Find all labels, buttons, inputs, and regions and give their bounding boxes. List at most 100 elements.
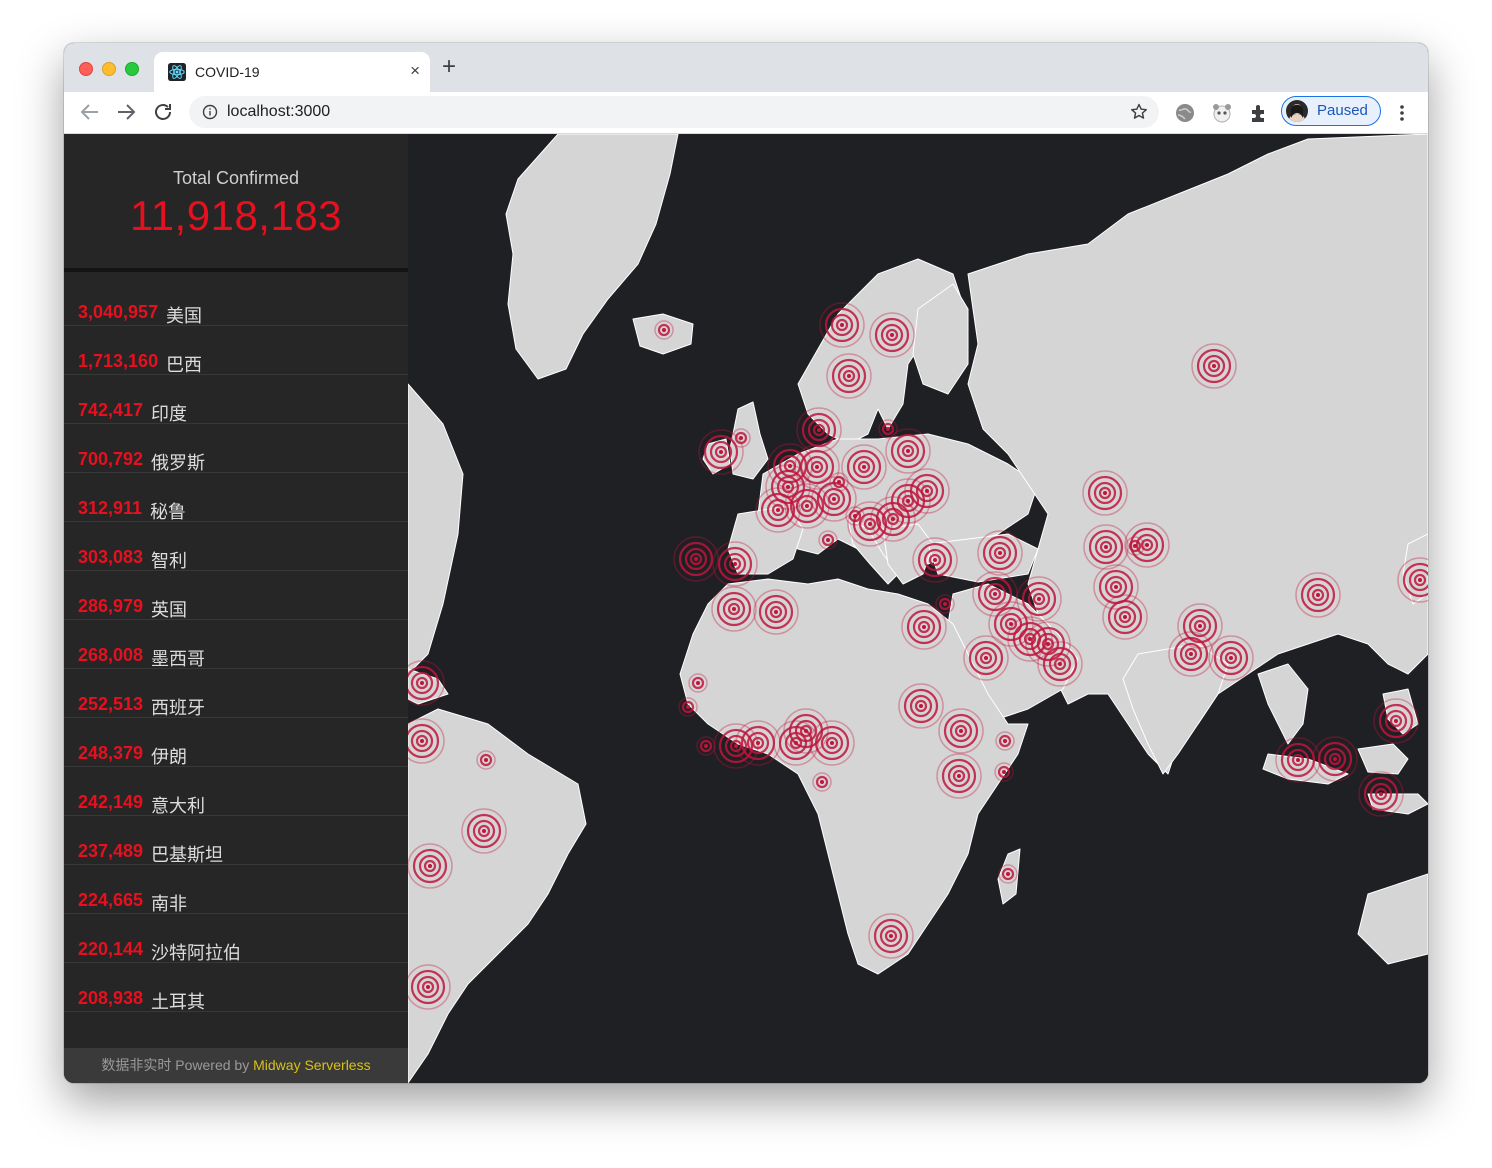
country-row[interactable]: 286,979 英国 <box>64 571 408 620</box>
close-window-button[interactable] <box>79 62 93 76</box>
case-marker[interactable] <box>773 720 819 766</box>
country-count: 303,083 <box>78 547 144 567</box>
case-marker[interactable] <box>938 708 984 754</box>
star-icon[interactable] <box>1129 102 1149 122</box>
case-marker[interactable] <box>1168 631 1214 677</box>
case-marker[interactable] <box>1102 594 1148 640</box>
case-marker[interactable] <box>784 483 830 529</box>
case-marker[interactable] <box>901 604 947 650</box>
menu-icon[interactable] <box>1394 102 1410 124</box>
country-count: 220,144 <box>78 939 144 959</box>
case-marker[interactable] <box>868 913 914 959</box>
country-row[interactable]: 312,911 秘鲁 <box>64 473 408 522</box>
case-marker[interactable] <box>461 808 507 854</box>
country-count: 242,149 <box>78 792 144 812</box>
case-marker[interactable] <box>712 541 758 587</box>
country-name: 南非 <box>151 894 187 914</box>
case-marker[interactable] <box>912 537 958 583</box>
close-tab-icon[interactable]: × <box>410 61 420 81</box>
url-text: localhost:3000 <box>227 103 331 120</box>
country-name: 墨西哥 <box>151 649 205 669</box>
country-row[interactable]: 303,083 智利 <box>64 522 408 571</box>
total-panel: Total Confirmed 11,918,183 <box>64 134 408 272</box>
case-marker[interactable] <box>963 635 1009 681</box>
country-row[interactable]: 252,513 西班牙 <box>64 669 408 718</box>
case-marker[interactable] <box>809 720 855 766</box>
country-count: 252,513 <box>78 694 144 714</box>
minimize-window-button[interactable] <box>102 62 116 76</box>
profile-button[interactable]: Paused <box>1281 96 1381 126</box>
country-row[interactable]: 224,665 南非 <box>64 865 408 914</box>
case-marker[interactable] <box>1191 343 1237 389</box>
case-marker[interactable] <box>1295 572 1341 618</box>
case-marker[interactable] <box>904 468 950 514</box>
country-row[interactable]: 242,149 意大利 <box>64 767 408 816</box>
country-name: 英国 <box>151 600 187 620</box>
case-marker[interactable] <box>1208 635 1254 681</box>
case-marker[interactable] <box>936 753 982 799</box>
country-name: 西班牙 <box>151 698 205 718</box>
case-marker[interactable] <box>826 353 872 399</box>
case-marker[interactable] <box>1358 771 1404 817</box>
country-count: 208,938 <box>78 988 144 1008</box>
country-name: 巴西 <box>166 355 202 375</box>
maximize-window-button[interactable] <box>125 62 139 76</box>
country-row[interactable]: 3,040,957 美国 <box>64 277 408 326</box>
total-label: Total Confirmed <box>172 168 300 188</box>
footer-text: 数据非实时 Powered by <box>101 1057 254 1073</box>
country-name: 巴基斯坦 <box>151 845 223 865</box>
country-row[interactable]: 237,489 巴基斯坦 <box>64 816 408 865</box>
country-name: 伊朗 <box>151 747 187 767</box>
country-count: 286,979 <box>78 596 144 616</box>
footer-brand-link[interactable]: Midway Serverless <box>253 1057 370 1073</box>
reload-icon[interactable] <box>151 100 175 124</box>
country-row[interactable]: 1,713,160 巴西 <box>64 326 408 375</box>
forward-icon[interactable] <box>114 100 138 124</box>
case-marker[interactable] <box>898 683 944 729</box>
country-name: 美国 <box>166 306 202 326</box>
case-marker[interactable] <box>753 589 799 635</box>
world-map[interactable] <box>408 134 1428 1083</box>
case-marker[interactable] <box>1373 698 1419 744</box>
case-marker[interactable] <box>819 302 865 348</box>
browser-window: COVID-19 × + localhost:3000 Paused Total… <box>64 43 1428 1083</box>
info-icon[interactable] <box>202 104 218 120</box>
case-marker[interactable] <box>1082 470 1128 516</box>
case-marker[interactable] <box>869 312 915 358</box>
country-name: 土耳其 <box>151 992 205 1012</box>
tab-covid[interactable]: COVID-19 × <box>154 52 430 92</box>
country-row[interactable]: 208,938 土耳其 <box>64 963 408 1012</box>
case-marker[interactable] <box>977 530 1023 576</box>
country-row[interactable]: 742,417 印度 <box>64 375 408 424</box>
footer: 数据非实时 Powered by Midway Serverless <box>64 1048 408 1083</box>
country-row[interactable]: 220,144 沙特阿拉伯 <box>64 914 408 963</box>
tab-strip: COVID-19 × + <box>64 43 1428 92</box>
back-icon[interactable] <box>78 100 102 124</box>
panda-extension-icon[interactable] <box>1211 102 1233 124</box>
country-count: 312,911 <box>78 498 143 518</box>
country-count: 237,489 <box>78 841 144 861</box>
country-list: 3,040,957 美国 1,713,160 巴西 742,417 印度 700,792 俄罗… <box>64 277 408 1012</box>
total-confirmed-value: 11,918,183 <box>129 192 343 239</box>
case-marker[interactable] <box>755 487 801 533</box>
case-marker[interactable] <box>711 586 757 632</box>
new-tab-button[interactable]: + <box>442 55 456 79</box>
case-marker[interactable] <box>885 428 931 474</box>
country-name: 沙特阿拉伯 <box>151 943 241 963</box>
case-marker[interactable] <box>1083 524 1129 570</box>
country-row[interactable]: 248,379 伊朗 <box>64 718 408 767</box>
case-marker[interactable] <box>696 736 716 756</box>
case-marker[interactable] <box>1312 736 1358 782</box>
globe-extension-icon[interactable] <box>1174 102 1196 124</box>
address-bar[interactable]: localhost:3000 <box>189 96 1159 128</box>
country-row[interactable]: 268,008 墨西哥 <box>64 620 408 669</box>
case-marker[interactable] <box>847 501 893 547</box>
country-count: 700,792 <box>78 449 144 469</box>
case-marker[interactable] <box>1037 641 1083 687</box>
case-marker[interactable] <box>408 843 453 889</box>
country-row[interactable]: 700,792 俄罗斯 <box>64 424 408 473</box>
world-map-svg <box>408 134 1428 1083</box>
case-marker[interactable] <box>673 536 719 582</box>
extension-icon[interactable] <box>1248 102 1270 124</box>
case-marker[interactable] <box>1124 522 1170 568</box>
